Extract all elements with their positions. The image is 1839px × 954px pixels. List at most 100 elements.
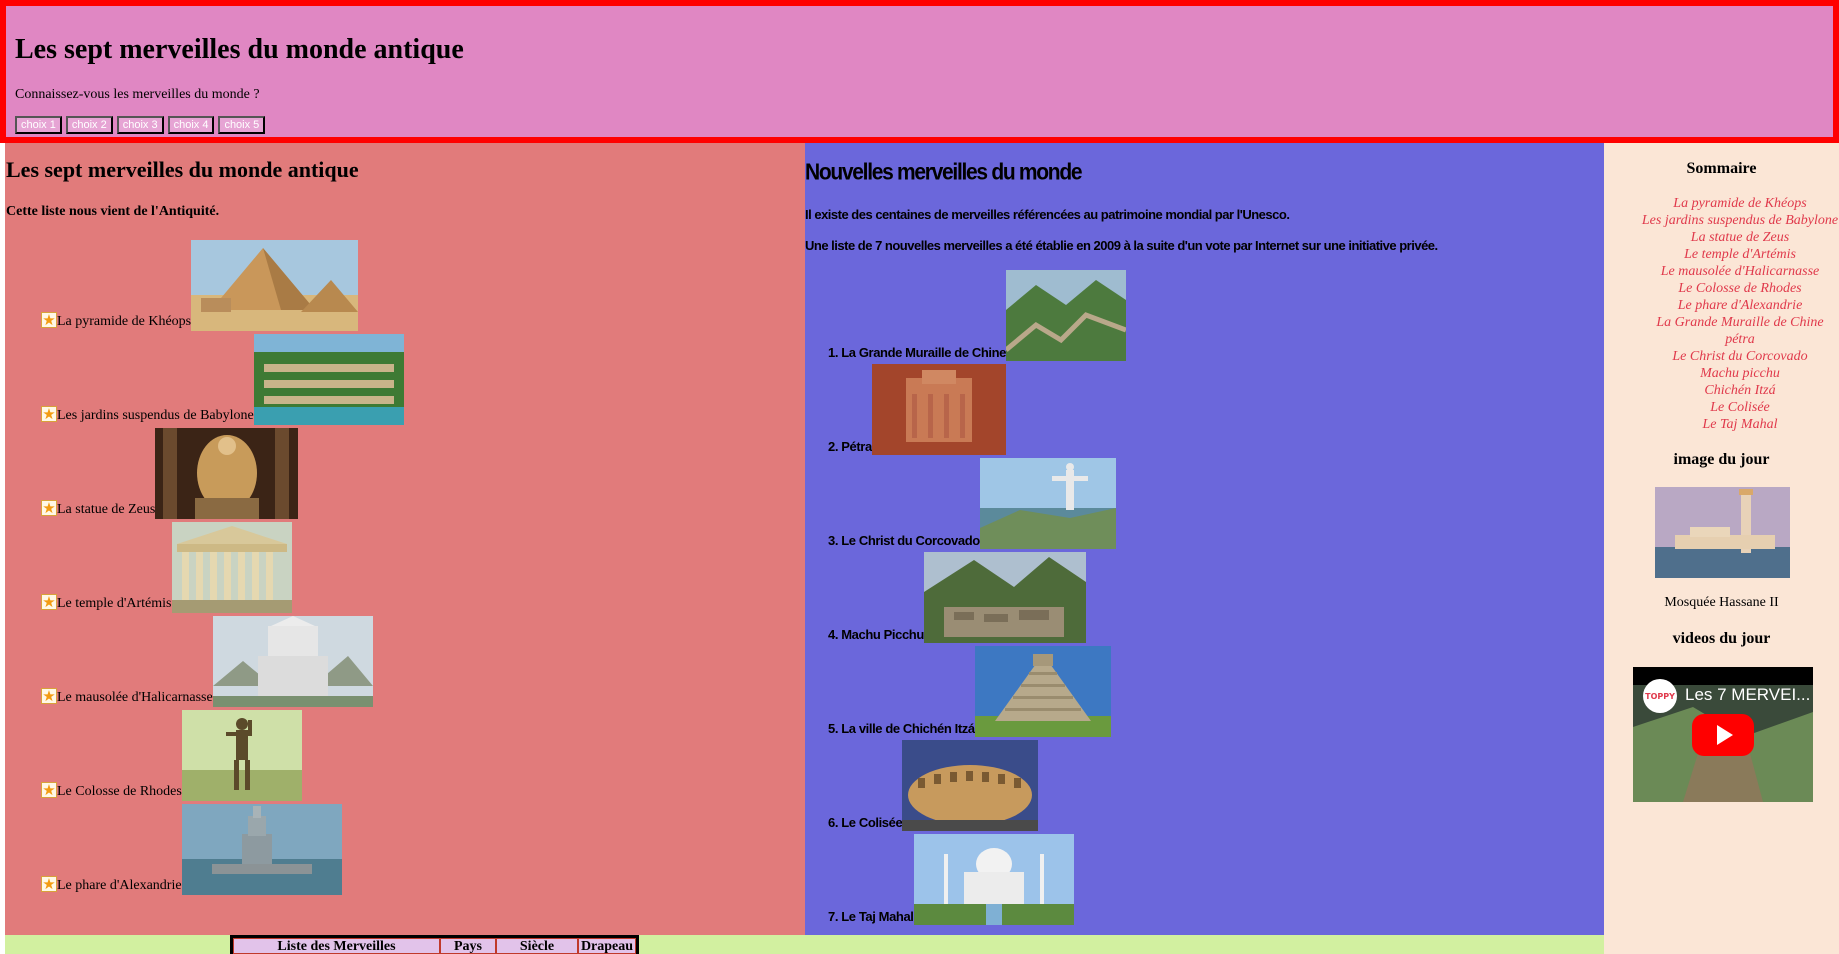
list-item: 1. La Grande Muraille de Chine bbox=[828, 270, 1126, 361]
star-icon: ★ bbox=[41, 687, 57, 705]
great-wall-image bbox=[1006, 270, 1126, 361]
list-item: ★ La pyramide de Khéops bbox=[41, 240, 359, 331]
artemis-temple-image bbox=[171, 522, 292, 613]
list-item: ★ Le temple d'Artémis bbox=[41, 522, 292, 613]
list-item: ★ La statue de Zeus bbox=[41, 428, 299, 519]
summary-link-taj-mahal[interactable]: Le Taj Mahal bbox=[1641, 416, 1839, 433]
ancient-intro: Cette liste nous vient de l'Antiquité. bbox=[6, 204, 220, 219]
summary-link-colosseum[interactable]: Le Colisée bbox=[1641, 399, 1839, 416]
ancient-section-title: Les sept merveilles du monde antique bbox=[6, 157, 359, 182]
chichen-itza-image bbox=[974, 646, 1111, 737]
video-player[interactable]: TOPPY Les 7 MERVEI... bbox=[1633, 667, 1813, 802]
pyramid-image bbox=[191, 240, 359, 331]
wonders-table: Liste des Merveilles Pays Siècle Drapeau bbox=[230, 935, 639, 954]
new-section-title: Nouvelles merveilles du monde bbox=[805, 160, 1083, 185]
wonder-label: Le mausolée d'Halicarnasse bbox=[57, 690, 213, 705]
wonder-label: Le Colosse de Rhodes bbox=[57, 784, 182, 799]
list-item: 3. Le Christ du Corcovado bbox=[828, 458, 1116, 549]
zeus-statue-image bbox=[155, 428, 299, 519]
unesco-text: patrimoine mondial par l'Unesco bbox=[1100, 207, 1287, 222]
list-item: ★ Le Colosse de Rhodes bbox=[41, 710, 302, 801]
table-header-country: Pays bbox=[440, 938, 496, 954]
table-header-flag: Drapeau bbox=[578, 938, 636, 954]
taj-mahal-image bbox=[913, 834, 1074, 925]
channel-badge-text: TOPPY bbox=[1645, 691, 1675, 701]
ancient-wonders-section: Les sept merveilles du monde antique Cet… bbox=[5, 143, 805, 935]
star-icon: ★ bbox=[41, 781, 57, 799]
christ-redeemer-image bbox=[979, 458, 1116, 549]
summary-list: La pyramide de Khéops Les jardins suspen… bbox=[1604, 195, 1839, 433]
wonder-label: Les jardins suspendus de Babylone bbox=[57, 408, 254, 423]
list-item: ★ Les jardins suspendus de Babylone bbox=[41, 334, 404, 425]
choice-5-button[interactable]: choix 5 bbox=[218, 116, 266, 134]
mausoleum-image bbox=[212, 616, 373, 707]
new-description: Une liste de 7 nouvelles merveilles a ét… bbox=[805, 238, 1438, 253]
wonder-label: Le temple d'Artémis bbox=[57, 596, 172, 611]
star-icon: ★ bbox=[41, 875, 57, 893]
list-item: ★ Le phare d'Alexandrie bbox=[41, 804, 342, 895]
list-item: 6. Le Colisée bbox=[828, 740, 1039, 831]
summary-link-alexandria[interactable]: Le phare d'Alexandrie bbox=[1641, 297, 1839, 314]
hanging-gardens-image bbox=[253, 334, 404, 425]
choice-2-button[interactable]: choix 2 bbox=[65, 116, 113, 134]
table-header-list: Liste des Merveilles bbox=[233, 938, 440, 954]
image-of-day-title: image du jour bbox=[1673, 451, 1770, 468]
videos-of-day-title: videos du jour bbox=[1672, 630, 1771, 647]
summary-link-artemis[interactable]: Le temple d'Artémis bbox=[1641, 246, 1839, 263]
petra-image bbox=[871, 364, 1006, 455]
summary-title: Sommaire bbox=[1686, 160, 1757, 177]
new-wonders-section: Nouvelles merveilles du monde Il existe … bbox=[805, 143, 1604, 935]
wonder-label: Le phare d'Alexandrie bbox=[57, 878, 182, 893]
summary-link-zeus[interactable]: La statue de Zeus bbox=[1641, 229, 1839, 246]
new-intro-end: . bbox=[1286, 207, 1290, 222]
summary-link-khephren[interactable]: La pyramide de Khéops bbox=[1641, 195, 1839, 212]
summary-link-chichen-itza[interactable]: Chichén Itzá bbox=[1641, 382, 1839, 399]
wonder-label: 2. Pétra bbox=[828, 439, 872, 454]
star-icon: ★ bbox=[41, 593, 57, 611]
choice-buttons: choix 1 choix 2 choix 3 choix 4 choix 5 bbox=[15, 116, 266, 134]
sidebar: Sommaire La pyramide de Khéops Les jardi… bbox=[1604, 143, 1839, 954]
table-header-century: Siècle bbox=[496, 938, 578, 954]
colosseum-image bbox=[902, 740, 1039, 831]
page-header: Les sept merveilles du monde antique Con… bbox=[0, 0, 1839, 143]
channel-avatar: TOPPY bbox=[1643, 679, 1677, 713]
page-title: Les sept merveilles du monde antique bbox=[15, 34, 464, 65]
wonder-label: 7. Le Taj Mahal bbox=[828, 909, 914, 924]
list-item: 4. Machu Picchu bbox=[828, 552, 1086, 643]
choice-1-button[interactable]: choix 1 bbox=[15, 116, 62, 134]
wonder-label: La statue de Zeus bbox=[57, 502, 156, 517]
wonder-label: 1. La Grande Muraille de Chine bbox=[828, 345, 1006, 360]
lighthouse-image bbox=[181, 804, 342, 895]
machu-picchu-image bbox=[923, 552, 1086, 643]
choice-3-button[interactable]: choix 3 bbox=[116, 116, 164, 134]
summary-link-babylon[interactable]: Les jardins suspendus de Babylone bbox=[1641, 212, 1839, 229]
summary-link-halicarnassus[interactable]: Le mausolée d'Halicarnasse bbox=[1641, 263, 1839, 280]
footer: Liste des Merveilles Pays Siècle Drapeau bbox=[5, 935, 1604, 954]
list-item: 2. Pétra bbox=[828, 364, 1006, 455]
star-icon: ★ bbox=[41, 499, 57, 517]
summary-link-petra[interactable]: pétra bbox=[1641, 331, 1839, 348]
wonder-label: 5. La ville de Chichén Itzá bbox=[828, 721, 975, 736]
page-subtitle: Connaissez-vous les merveilles du monde … bbox=[15, 87, 260, 102]
wonder-label: 4. Machu Picchu bbox=[828, 627, 924, 642]
star-icon: ★ bbox=[41, 405, 57, 423]
summary-link-great-wall[interactable]: La Grande Muraille de Chine bbox=[1641, 314, 1839, 331]
mosque-image bbox=[1655, 487, 1790, 578]
wonder-label: 6. Le Colisée bbox=[828, 815, 903, 830]
play-icon bbox=[1717, 725, 1733, 745]
list-item: ★ Le mausolée d'Halicarnasse bbox=[41, 616, 373, 707]
summary-link-corcovado[interactable]: Le Christ du Corcovado bbox=[1641, 348, 1839, 365]
wonder-label: 3. Le Christ du Corcovado bbox=[828, 533, 980, 548]
list-item: 7. Le Taj Mahal bbox=[828, 834, 1074, 925]
list-item: 5. La ville de Chichén Itzá bbox=[828, 646, 1111, 737]
colossus-image bbox=[181, 710, 302, 801]
star-icon: ★ bbox=[41, 311, 57, 329]
mosque-caption: Mosquée Hassane II bbox=[1664, 595, 1779, 610]
new-intro: Il existe des centaines de merveilles ré… bbox=[805, 207, 1290, 222]
choice-4-button[interactable]: choix 4 bbox=[167, 116, 215, 134]
play-button[interactable] bbox=[1692, 714, 1754, 756]
summary-link-rhodes[interactable]: Le Colosse de Rhodes bbox=[1641, 280, 1839, 297]
summary-link-machu-picchu[interactable]: Machu picchu bbox=[1641, 365, 1839, 382]
video-title: Les 7 MERVEI... bbox=[1685, 685, 1811, 704]
new-intro-text: Il existe des centaines de merveilles ré… bbox=[805, 207, 1101, 222]
